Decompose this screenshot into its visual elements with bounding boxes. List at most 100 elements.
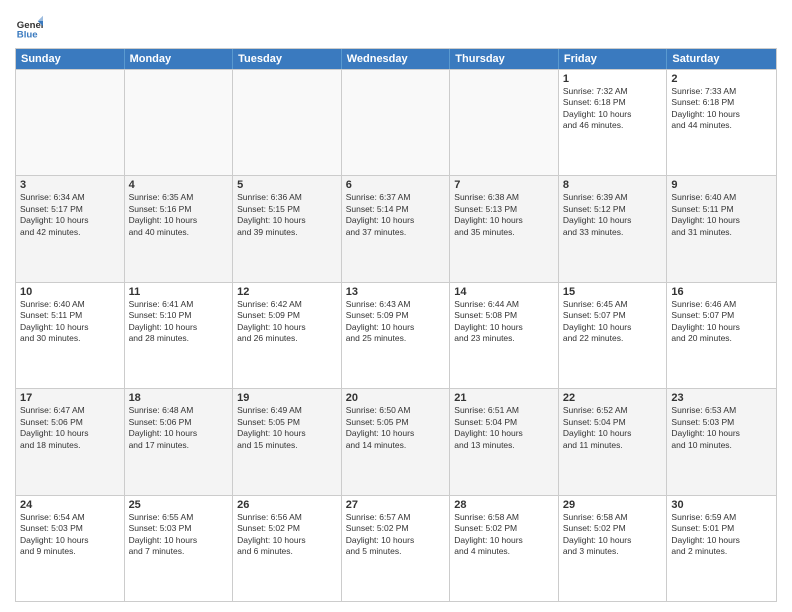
day-info: Sunrise: 6:45 AM Sunset: 5:07 PM Dayligh… <box>563 299 663 345</box>
calendar-cell: 13Sunrise: 6:43 AM Sunset: 5:09 PM Dayli… <box>342 283 451 388</box>
calendar-cell: 4Sunrise: 6:35 AM Sunset: 5:16 PM Daylig… <box>125 176 234 281</box>
calendar-cell: 21Sunrise: 6:51 AM Sunset: 5:04 PM Dayli… <box>450 389 559 494</box>
header: General Blue <box>15 10 777 42</box>
day-info: Sunrise: 7:33 AM Sunset: 6:18 PM Dayligh… <box>671 86 772 132</box>
day-info: Sunrise: 6:49 AM Sunset: 5:05 PM Dayligh… <box>237 405 337 451</box>
day-number: 26 <box>237 499 337 511</box>
day-info: Sunrise: 6:54 AM Sunset: 5:03 PM Dayligh… <box>20 512 120 558</box>
day-info: Sunrise: 6:40 AM Sunset: 5:11 PM Dayligh… <box>671 192 772 238</box>
day-info: Sunrise: 6:44 AM Sunset: 5:08 PM Dayligh… <box>454 299 554 345</box>
day-number: 17 <box>20 392 120 404</box>
day-number: 23 <box>671 392 772 404</box>
day-of-week-header: Sunday <box>16 49 125 69</box>
calendar-cell: 12Sunrise: 6:42 AM Sunset: 5:09 PM Dayli… <box>233 283 342 388</box>
day-number: 20 <box>346 392 446 404</box>
calendar-cell: 5Sunrise: 6:36 AM Sunset: 5:15 PM Daylig… <box>233 176 342 281</box>
day-number: 3 <box>20 179 120 191</box>
calendar-cell: 24Sunrise: 6:54 AM Sunset: 5:03 PM Dayli… <box>16 496 125 601</box>
day-number: 30 <box>671 499 772 511</box>
calendar-cell: 1Sunrise: 7:32 AM Sunset: 6:18 PM Daylig… <box>559 70 668 175</box>
calendar-cell <box>16 70 125 175</box>
day-number: 15 <box>563 286 663 298</box>
calendar-row: 24Sunrise: 6:54 AM Sunset: 5:03 PM Dayli… <box>16 495 776 601</box>
day-number: 18 <box>129 392 229 404</box>
calendar-cell: 20Sunrise: 6:50 AM Sunset: 5:05 PM Dayli… <box>342 389 451 494</box>
day-number: 5 <box>237 179 337 191</box>
day-number: 29 <box>563 499 663 511</box>
calendar-cell: 15Sunrise: 6:45 AM Sunset: 5:07 PM Dayli… <box>559 283 668 388</box>
day-number: 6 <box>346 179 446 191</box>
day-number: 10 <box>20 286 120 298</box>
calendar-cell: 28Sunrise: 6:58 AM Sunset: 5:02 PM Dayli… <box>450 496 559 601</box>
logo-icon: General Blue <box>15 14 43 42</box>
day-number: 2 <box>671 73 772 85</box>
logo: General Blue <box>15 14 47 42</box>
day-of-week-header: Friday <box>559 49 668 69</box>
page: General Blue SundayMondayTuesdayWednesda… <box>0 0 792 612</box>
day-info: Sunrise: 6:57 AM Sunset: 5:02 PM Dayligh… <box>346 512 446 558</box>
day-number: 4 <box>129 179 229 191</box>
day-info: Sunrise: 6:51 AM Sunset: 5:04 PM Dayligh… <box>454 405 554 451</box>
calendar-cell: 26Sunrise: 6:56 AM Sunset: 5:02 PM Dayli… <box>233 496 342 601</box>
calendar-cell: 17Sunrise: 6:47 AM Sunset: 5:06 PM Dayli… <box>16 389 125 494</box>
day-info: Sunrise: 6:39 AM Sunset: 5:12 PM Dayligh… <box>563 192 663 238</box>
calendar-cell: 3Sunrise: 6:34 AM Sunset: 5:17 PM Daylig… <box>16 176 125 281</box>
calendar-row: 17Sunrise: 6:47 AM Sunset: 5:06 PM Dayli… <box>16 388 776 494</box>
day-info: Sunrise: 6:58 AM Sunset: 5:02 PM Dayligh… <box>454 512 554 558</box>
day-number: 19 <box>237 392 337 404</box>
day-number: 9 <box>671 179 772 191</box>
day-info: Sunrise: 6:41 AM Sunset: 5:10 PM Dayligh… <box>129 299 229 345</box>
calendar-cell <box>125 70 234 175</box>
day-number: 1 <box>563 73 663 85</box>
calendar-body: 1Sunrise: 7:32 AM Sunset: 6:18 PM Daylig… <box>16 69 776 601</box>
day-of-week-header: Tuesday <box>233 49 342 69</box>
day-number: 14 <box>454 286 554 298</box>
day-info: Sunrise: 6:35 AM Sunset: 5:16 PM Dayligh… <box>129 192 229 238</box>
calendar-cell: 18Sunrise: 6:48 AM Sunset: 5:06 PM Dayli… <box>125 389 234 494</box>
day-info: Sunrise: 6:58 AM Sunset: 5:02 PM Dayligh… <box>563 512 663 558</box>
calendar-cell: 2Sunrise: 7:33 AM Sunset: 6:18 PM Daylig… <box>667 70 776 175</box>
day-number: 22 <box>563 392 663 404</box>
day-number: 28 <box>454 499 554 511</box>
day-info: Sunrise: 6:36 AM Sunset: 5:15 PM Dayligh… <box>237 192 337 238</box>
calendar-cell: 22Sunrise: 6:52 AM Sunset: 5:04 PM Dayli… <box>559 389 668 494</box>
calendar-cell: 29Sunrise: 6:58 AM Sunset: 5:02 PM Dayli… <box>559 496 668 601</box>
day-info: Sunrise: 6:56 AM Sunset: 5:02 PM Dayligh… <box>237 512 337 558</box>
calendar-cell <box>450 70 559 175</box>
calendar-cell: 9Sunrise: 6:40 AM Sunset: 5:11 PM Daylig… <box>667 176 776 281</box>
day-number: 25 <box>129 499 229 511</box>
day-info: Sunrise: 6:48 AM Sunset: 5:06 PM Dayligh… <box>129 405 229 451</box>
calendar-cell: 11Sunrise: 6:41 AM Sunset: 5:10 PM Dayli… <box>125 283 234 388</box>
day-info: Sunrise: 6:43 AM Sunset: 5:09 PM Dayligh… <box>346 299 446 345</box>
calendar-cell: 23Sunrise: 6:53 AM Sunset: 5:03 PM Dayli… <box>667 389 776 494</box>
calendar-cell: 30Sunrise: 6:59 AM Sunset: 5:01 PM Dayli… <box>667 496 776 601</box>
day-info: Sunrise: 6:40 AM Sunset: 5:11 PM Dayligh… <box>20 299 120 345</box>
day-info: Sunrise: 6:42 AM Sunset: 5:09 PM Dayligh… <box>237 299 337 345</box>
day-number: 11 <box>129 286 229 298</box>
calendar-cell: 19Sunrise: 6:49 AM Sunset: 5:05 PM Dayli… <box>233 389 342 494</box>
day-info: Sunrise: 6:53 AM Sunset: 5:03 PM Dayligh… <box>671 405 772 451</box>
day-info: Sunrise: 6:47 AM Sunset: 5:06 PM Dayligh… <box>20 405 120 451</box>
day-number: 21 <box>454 392 554 404</box>
calendar: SundayMondayTuesdayWednesdayThursdayFrid… <box>15 48 777 602</box>
day-info: Sunrise: 6:46 AM Sunset: 5:07 PM Dayligh… <box>671 299 772 345</box>
day-info: Sunrise: 6:59 AM Sunset: 5:01 PM Dayligh… <box>671 512 772 558</box>
day-number: 16 <box>671 286 772 298</box>
day-of-week-header: Monday <box>125 49 234 69</box>
svg-text:Blue: Blue <box>17 30 38 41</box>
day-info: Sunrise: 6:50 AM Sunset: 5:05 PM Dayligh… <box>346 405 446 451</box>
calendar-cell: 16Sunrise: 6:46 AM Sunset: 5:07 PM Dayli… <box>667 283 776 388</box>
day-info: Sunrise: 6:55 AM Sunset: 5:03 PM Dayligh… <box>129 512 229 558</box>
calendar-row: 3Sunrise: 6:34 AM Sunset: 5:17 PM Daylig… <box>16 175 776 281</box>
calendar-row: 10Sunrise: 6:40 AM Sunset: 5:11 PM Dayli… <box>16 282 776 388</box>
day-of-week-header: Saturday <box>667 49 776 69</box>
day-of-week-header: Thursday <box>450 49 559 69</box>
calendar-cell: 6Sunrise: 6:37 AM Sunset: 5:14 PM Daylig… <box>342 176 451 281</box>
calendar-row: 1Sunrise: 7:32 AM Sunset: 6:18 PM Daylig… <box>16 69 776 175</box>
calendar-cell <box>233 70 342 175</box>
day-info: Sunrise: 7:32 AM Sunset: 6:18 PM Dayligh… <box>563 86 663 132</box>
calendar-header: SundayMondayTuesdayWednesdayThursdayFrid… <box>16 49 776 69</box>
calendar-cell: 27Sunrise: 6:57 AM Sunset: 5:02 PM Dayli… <box>342 496 451 601</box>
day-info: Sunrise: 6:34 AM Sunset: 5:17 PM Dayligh… <box>20 192 120 238</box>
calendar-cell: 7Sunrise: 6:38 AM Sunset: 5:13 PM Daylig… <box>450 176 559 281</box>
